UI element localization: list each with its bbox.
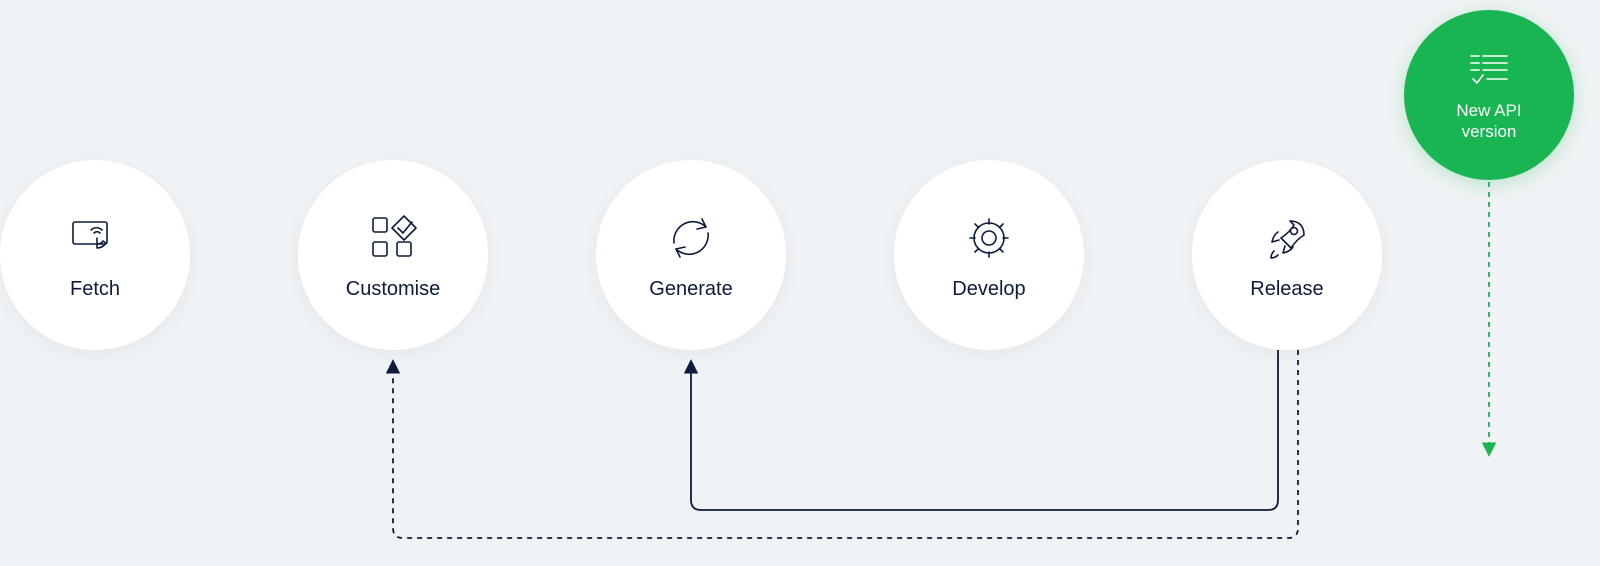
step-develop: Develop <box>894 160 1084 350</box>
step-generate: Generate <box>596 160 786 350</box>
rocket-icon <box>1262 210 1312 266</box>
spec-list-icon <box>1467 48 1511 92</box>
step-label: Customise <box>346 278 440 301</box>
step-fetch: Fetch <box>0 160 190 350</box>
step-label: Generate <box>649 278 732 301</box>
modules-icon <box>367 210 419 266</box>
workflow-diagram: Fetch Customise Generate <box>0 0 1600 566</box>
step-label: Fetch <box>70 278 120 301</box>
step-label: Develop <box>952 278 1025 301</box>
new-api-bubble: New API version <box>1404 10 1574 180</box>
step-label: Release <box>1250 278 1323 301</box>
touch-screen-icon <box>67 210 123 266</box>
arrow-release-to-customise <box>393 350 1298 538</box>
arrow-release-to-generate <box>691 350 1278 510</box>
gear-icon <box>964 210 1014 266</box>
step-release: Release <box>1192 160 1382 350</box>
step-customise: Customise <box>298 160 488 350</box>
refresh-icon <box>666 210 716 266</box>
new-api-label: New API version <box>1456 100 1521 143</box>
